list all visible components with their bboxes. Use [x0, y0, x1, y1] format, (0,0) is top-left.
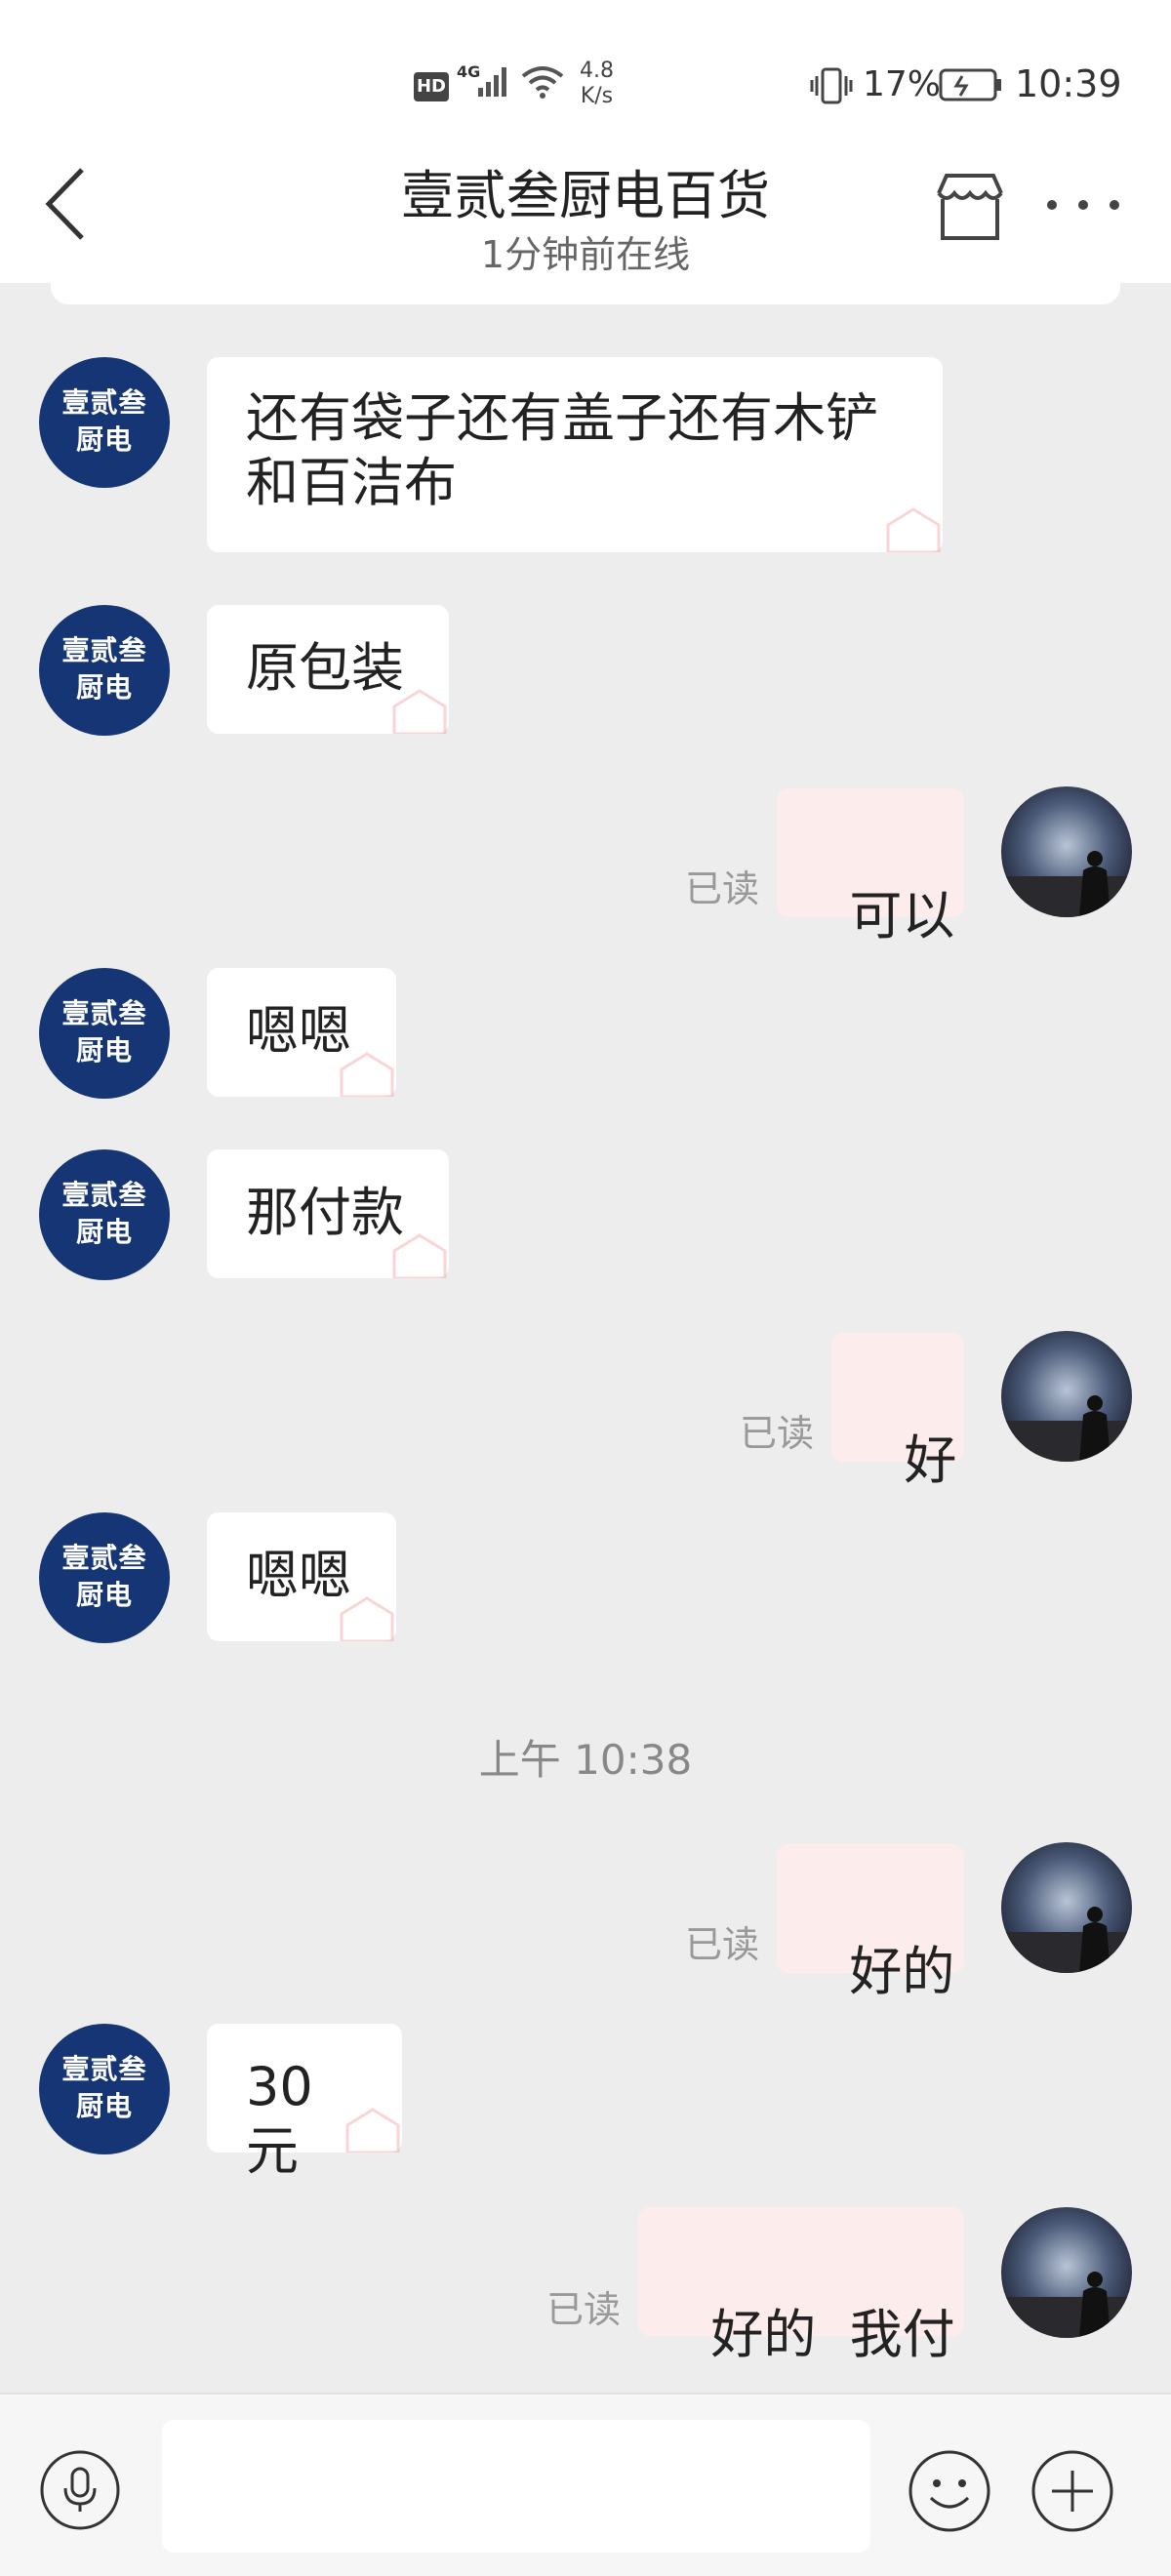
microphone-icon[interactable]	[39, 2449, 121, 2531]
network-speed: 4.8 K/s	[580, 59, 614, 109]
watermark-icon	[340, 1596, 394, 1641]
back-icon[interactable]	[39, 160, 94, 248]
shop-avatar[interactable]: 壹贰叁 厨电	[39, 357, 170, 488]
read-receipt: 已读	[685, 1923, 760, 1966]
message-bubble-incoming[interactable]: 嗯嗯	[207, 1512, 396, 1641]
avatar-text-line2: 厨电	[75, 2090, 133, 2122]
avatar-text-line2: 厨电	[75, 423, 133, 456]
message-bubble-incoming[interactable]: 原包装	[207, 605, 449, 734]
watermark-icon	[886, 507, 941, 552]
emoji-icon[interactable]	[908, 2449, 991, 2533]
read-receipt: 已读	[546, 2288, 622, 2331]
message-bubble-incoming[interactable]: 还有袋子还有盖子还有木铲 和百洁布	[207, 357, 943, 552]
user-avatar[interactable]	[1001, 1331, 1132, 1462]
shop-avatar[interactable]: 壹贰叁 厨电	[39, 1149, 170, 1280]
clock: 10:39	[1015, 62, 1122, 105]
message-bubble-incoming[interactable]: 那付款	[207, 1149, 449, 1278]
message-bubble-outgoing[interactable]: 好的 我付	[638, 2207, 964, 2365]
watermark-icon	[392, 1233, 447, 1278]
user-avatar[interactable]	[1001, 2207, 1132, 2338]
avatar-text-line2: 厨电	[75, 671, 133, 704]
shop-avatar[interactable]: 壹贰叁 厨电	[39, 605, 170, 736]
pinned-card-edge	[51, 283, 1120, 304]
avatar-text-line1: 壹贰叁	[61, 1179, 147, 1211]
avatar-text-line1: 壹贰叁	[61, 634, 147, 666]
message-bubble-outgoing[interactable]: 好的	[777, 1844, 964, 2002]
more-icon[interactable]	[1042, 185, 1124, 224]
avatar-text-line2: 厨电	[75, 1034, 133, 1067]
read-receipt: 已读	[740, 1412, 815, 1455]
watermark-icon	[345, 2108, 400, 2153]
battery-percent: 17%	[863, 64, 942, 104]
avatar-text-line1: 壹贰叁	[61, 1542, 147, 1574]
message-text: 可以	[849, 885, 955, 946]
chat-header: 壹贰叁厨电百货 1分钟前在线	[0, 146, 1171, 283]
shop-avatar[interactable]: 壹贰叁 厨电	[39, 2024, 170, 2154]
user-avatar[interactable]	[1001, 786, 1132, 917]
avatar-text-line1: 壹贰叁	[61, 997, 147, 1029]
avatar-text-line2: 厨电	[75, 1216, 133, 1248]
message-timestamp: 上午 10:38	[478, 1736, 693, 1784]
shop-avatar[interactable]: 壹贰叁 厨电	[39, 1512, 170, 1643]
watermark-icon	[392, 689, 447, 734]
plus-icon[interactable]	[1030, 2449, 1114, 2533]
watermark-icon	[340, 1052, 394, 1097]
message-text: 和百洁布	[246, 452, 457, 513]
message-text: 还有袋子还有盖子还有木铲	[246, 387, 878, 449]
input-bar	[0, 2393, 1171, 2576]
status-bar: HD 4G 4.8 K/s 17% 10:39	[0, 0, 1171, 146]
signal-icon	[476, 64, 511, 101]
message-text: 原包装	[246, 637, 404, 699]
message-input[interactable]	[162, 2420, 870, 2553]
message-bubble-incoming[interactable]: 嗯嗯	[207, 968, 396, 1097]
chat-title: 壹贰叁厨电百货	[401, 165, 770, 226]
user-avatar[interactable]	[1001, 1842, 1132, 1973]
hd-badge: HD	[414, 72, 449, 101]
wifi-icon	[519, 64, 566, 103]
message-text: 那付款	[246, 1182, 404, 1243]
store-icon[interactable]	[933, 170, 1007, 244]
message-text: 好	[904, 1429, 957, 1491]
avatar-text-line1: 壹贰叁	[61, 386, 147, 419]
speed-unit: K/s	[580, 84, 614, 108]
avatar-text-line1: 壹贰叁	[61, 2053, 147, 2085]
message-text: 好的	[849, 1941, 955, 2002]
battery-icon	[939, 68, 1003, 105]
vibrate-icon	[810, 66, 853, 109]
avatar-text-line2: 厨电	[75, 1579, 133, 1611]
message-bubble-outgoing[interactable]: 可以	[777, 788, 964, 946]
message-bubble-outgoing[interactable]: 好	[831, 1333, 964, 1491]
shop-avatar[interactable]: 壹贰叁 厨电	[39, 968, 170, 1099]
online-status: 1分钟前在线	[480, 233, 691, 276]
speed-value: 4.8	[580, 59, 614, 83]
read-receipt: 已读	[685, 867, 760, 910]
message-text: 好的 我付	[710, 2304, 955, 2365]
message-bubble-incoming[interactable]: 30元	[207, 2024, 402, 2182]
